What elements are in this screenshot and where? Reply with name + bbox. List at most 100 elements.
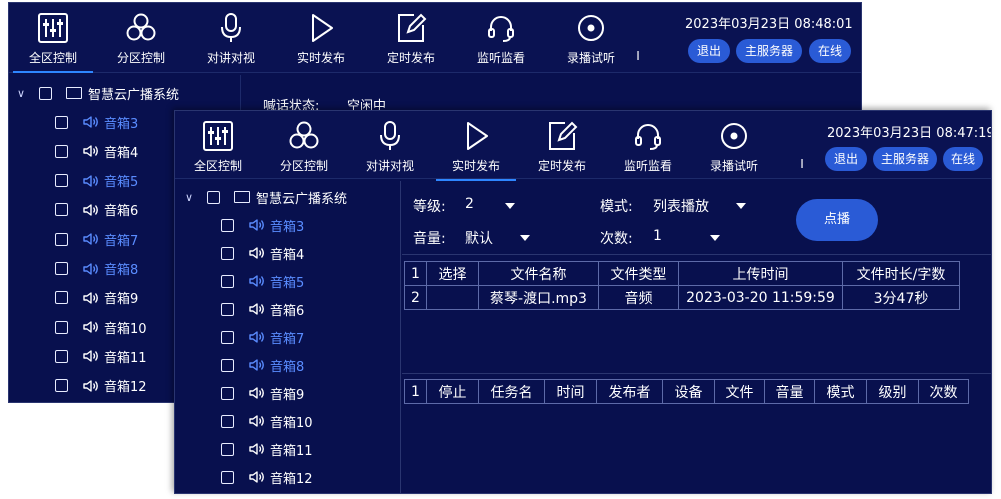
nav-realtime-publish[interactable]: 实时发布 (434, 115, 518, 181)
tree-item[interactable]: 音箱7 (55, 228, 138, 250)
level-select[interactable]: 2 (465, 196, 474, 212)
online-button[interactable]: 在线 (809, 39, 851, 63)
record-icon (578, 15, 604, 41)
tree-item[interactable]: 音箱9 (55, 287, 138, 309)
speaker-icon (249, 387, 264, 399)
table-row[interactable]: 2 蔡琴-渡口.mp3 音频 2023-03-20 11:59:59 3分47秒 (404, 285, 960, 310)
column-header[interactable]: 文件类型 (598, 261, 679, 286)
tree-item[interactable]: 音箱3 (221, 214, 304, 236)
column-header[interactable]: 设备 (662, 379, 715, 404)
tree-item[interactable]: 音箱8 (221, 354, 304, 376)
nav-all-zone-control[interactable]: 全区控制 (11, 7, 95, 73)
column-header[interactable]: 1 (404, 261, 427, 286)
volume-dropdown-icon[interactable] (520, 235, 530, 241)
tree-item[interactable]: 音箱8 (55, 258, 138, 280)
tree-item[interactable]: 音箱10 (221, 410, 313, 432)
tree-item[interactable]: 音箱12 (55, 375, 147, 397)
nav-zone-control[interactable]: 分区控制 (262, 115, 346, 177)
nav-scheduled-publish[interactable]: 定时发布 (369, 7, 453, 69)
checkbox[interactable] (55, 320, 68, 334)
column-header[interactable]: 发布者 (596, 379, 663, 404)
nav-overflow[interactable]: I (795, 115, 809, 177)
front-window: 全区控制 分区控制 对讲对视 实时发布 定时发布 监听监看 录播试听 I 202… (174, 110, 992, 494)
checkbox[interactable] (221, 442, 234, 456)
checkbox[interactable] (221, 330, 234, 344)
nav-realtime-publish[interactable]: 实时发布 (279, 7, 363, 69)
nav-record-preview[interactable]: 录播试听 (549, 7, 633, 69)
logout-button[interactable]: 退出 (688, 39, 730, 63)
tree-item[interactable]: 音箱12 (221, 466, 313, 488)
nav-intercom[interactable]: 对讲对视 (348, 115, 432, 177)
checkbox[interactable] (55, 262, 68, 275)
mode-dropdown-icon[interactable] (736, 203, 746, 209)
checkbox[interactable] (221, 470, 234, 484)
column-header[interactable]: 任务名 (478, 379, 545, 404)
column-header[interactable]: 文件 (714, 379, 765, 404)
count-dropdown-icon[interactable] (710, 235, 720, 241)
tree-root[interactable]: ∨ 智慧云广播系统 (17, 81, 179, 105)
checkbox[interactable] (55, 144, 68, 158)
nav-all-zone-control[interactable]: 全区控制 (176, 115, 260, 177)
column-header[interactable]: 1 (404, 379, 427, 404)
checkbox[interactable] (221, 414, 234, 428)
tree-item[interactable]: 音箱5 (55, 170, 138, 192)
checkbox[interactable] (221, 274, 234, 288)
tree-item[interactable]: 音箱3 (55, 111, 138, 133)
nav-overflow[interactable]: I (631, 7, 645, 69)
column-header[interactable]: 上传时间 (678, 261, 843, 286)
nav-monitor[interactable]: 监听监看 (459, 7, 543, 69)
volume-select[interactable]: 默认 (465, 228, 493, 248)
play-on-demand-button[interactable]: 点播 (796, 199, 878, 241)
nav-intercom[interactable]: 对讲对视 (189, 7, 273, 69)
tree-item[interactable]: 音箱6 (55, 199, 138, 221)
checkbox[interactable] (221, 218, 234, 232)
level-dropdown-icon[interactable] (505, 203, 515, 209)
tree-item[interactable]: 音箱10 (55, 316, 147, 338)
checkbox[interactable] (55, 174, 68, 188)
nav-scheduled-publish[interactable]: 定时发布 (520, 115, 604, 177)
count-select[interactable]: 1 (653, 228, 662, 244)
checkbox[interactable] (221, 246, 234, 260)
checkbox[interactable] (55, 232, 68, 246)
tree-item[interactable]: 音箱4 (221, 242, 304, 264)
checkbox[interactable] (55, 379, 68, 393)
checkbox[interactable] (207, 190, 220, 204)
column-header[interactable]: 文件名称 (478, 261, 599, 286)
checkbox[interactable] (221, 302, 234, 316)
chevron-down-icon[interactable]: ∨ (185, 191, 197, 204)
checkbox[interactable] (55, 349, 68, 363)
checkbox[interactable] (39, 86, 52, 100)
mode-select[interactable]: 列表播放 (653, 196, 709, 216)
tree-item[interactable]: 音箱7 (221, 326, 304, 348)
main-server-button[interactable]: 主服务器 (736, 39, 802, 63)
tree-item[interactable]: 音箱11 (221, 438, 313, 460)
nav-monitor[interactable]: 监听监看 (606, 115, 690, 177)
nav-record-preview[interactable]: 录播试听 (692, 115, 776, 177)
tree-root[interactable]: ∨ 智慧云广播系统 (185, 185, 347, 209)
chevron-down-icon[interactable]: ∨ (17, 87, 29, 100)
logout-button[interactable]: 退出 (825, 147, 867, 171)
tree-item[interactable]: 音箱9 (221, 382, 304, 404)
column-header[interactable]: 模式 (814, 379, 867, 404)
column-header[interactable]: 文件时长/字数 (842, 261, 960, 286)
main-server-button[interactable]: 主服务器 (873, 147, 937, 171)
tree-item[interactable]: 音箱6 (221, 298, 304, 320)
column-header[interactable]: 时间 (544, 379, 597, 404)
checkbox[interactable] (55, 291, 68, 305)
column-header[interactable]: 停止 (426, 379, 479, 404)
checkbox[interactable] (221, 358, 234, 372)
online-button[interactable]: 在线 (943, 147, 983, 171)
play-icon (312, 14, 333, 42)
column-header[interactable]: 音量 (764, 379, 815, 404)
column-header[interactable]: 选择 (426, 261, 479, 286)
checkbox[interactable] (55, 203, 68, 217)
tree-item[interactable]: 音箱5 (221, 270, 304, 292)
tree-item[interactable]: 音箱4 (55, 140, 138, 162)
column-header[interactable]: 次数 (918, 379, 969, 404)
column-header[interactable]: 级别 (866, 379, 919, 404)
tree-item[interactable]: 音箱11 (55, 345, 147, 367)
checkbox[interactable] (221, 386, 234, 400)
checkbox[interactable] (55, 115, 68, 129)
nav-zone-control[interactable]: 分区控制 (99, 7, 183, 69)
top-nav-bar: 全区控制 分区控制 对讲对视 实时发布 定时发布 监听监看 录播试听 I 202… (9, 3, 861, 73)
